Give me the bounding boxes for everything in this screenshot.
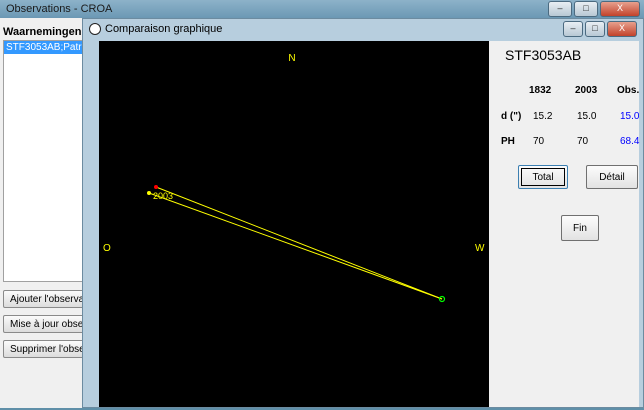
separation-line-1832: [155, 186, 443, 300]
companion-2003-marker: [147, 191, 151, 195]
companion-2003-label: 2003: [153, 191, 173, 201]
list-item[interactable]: STF3053AB;Patrick: [4, 41, 82, 54]
orbit-plot: N O W 2003: [99, 41, 489, 407]
background-title-bar: Observations - CROA – □ X: [0, 0, 644, 18]
total-button[interactable]: Total: [518, 165, 568, 189]
dialog-minimize-button[interactable]: –: [563, 21, 583, 37]
minimize-button[interactable]: –: [548, 1, 572, 17]
distance-obs: 15.0: [620, 111, 640, 122]
north-label: N: [288, 53, 295, 64]
add-observation-button[interactable]: Ajouter l'observatio: [3, 290, 87, 308]
header-obs: Obs.: [617, 85, 640, 96]
dialog-maximize-button[interactable]: □: [585, 21, 605, 37]
east-label: O: [103, 243, 111, 254]
dialog-close-button[interactable]: X: [607, 21, 637, 37]
observations-list[interactable]: STF3053AB;Patrick: [3, 40, 83, 282]
delete-observation-button[interactable]: Supprimer l'observa: [3, 340, 87, 358]
distance-2003: 15.0: [577, 111, 597, 122]
comparison-dialog: Comparaison graphique – □ X N O W 2003 S…: [82, 18, 644, 408]
observations-list-label: Waarnemingen S: [3, 26, 92, 38]
dialog-title: Comparaison graphique: [105, 23, 223, 35]
separation-line-2003: [148, 192, 443, 300]
row-label-angle: PH: [501, 136, 515, 147]
header-2003: 2003: [575, 85, 598, 96]
distance-1832: 15.2: [533, 111, 553, 122]
star-name: STF3053AB: [505, 47, 582, 63]
app-icon: [89, 23, 101, 35]
companion-1832-marker: [154, 185, 158, 189]
west-label: W: [475, 243, 485, 254]
fin-button[interactable]: Fin: [561, 215, 599, 241]
angle-obs: 68.4: [620, 136, 640, 147]
dialog-title-bar: Comparaison graphique – □ X: [83, 19, 643, 39]
close-button[interactable]: X: [600, 1, 640, 17]
background-window-title: Observations - CROA: [6, 3, 113, 15]
results-panel: STF3053AB 1832 2003 Obs. d (") 15.2 15.0…: [489, 41, 639, 407]
angle-2003: 70: [577, 136, 589, 147]
maximize-button[interactable]: □: [574, 1, 598, 17]
header-1832: 1832: [529, 85, 552, 96]
detail-button[interactable]: Détail: [586, 165, 638, 189]
angle-1832: 70: [533, 136, 545, 147]
row-label-distance: d ("): [501, 111, 522, 122]
update-observation-button[interactable]: Mise à jour observa: [3, 315, 87, 333]
